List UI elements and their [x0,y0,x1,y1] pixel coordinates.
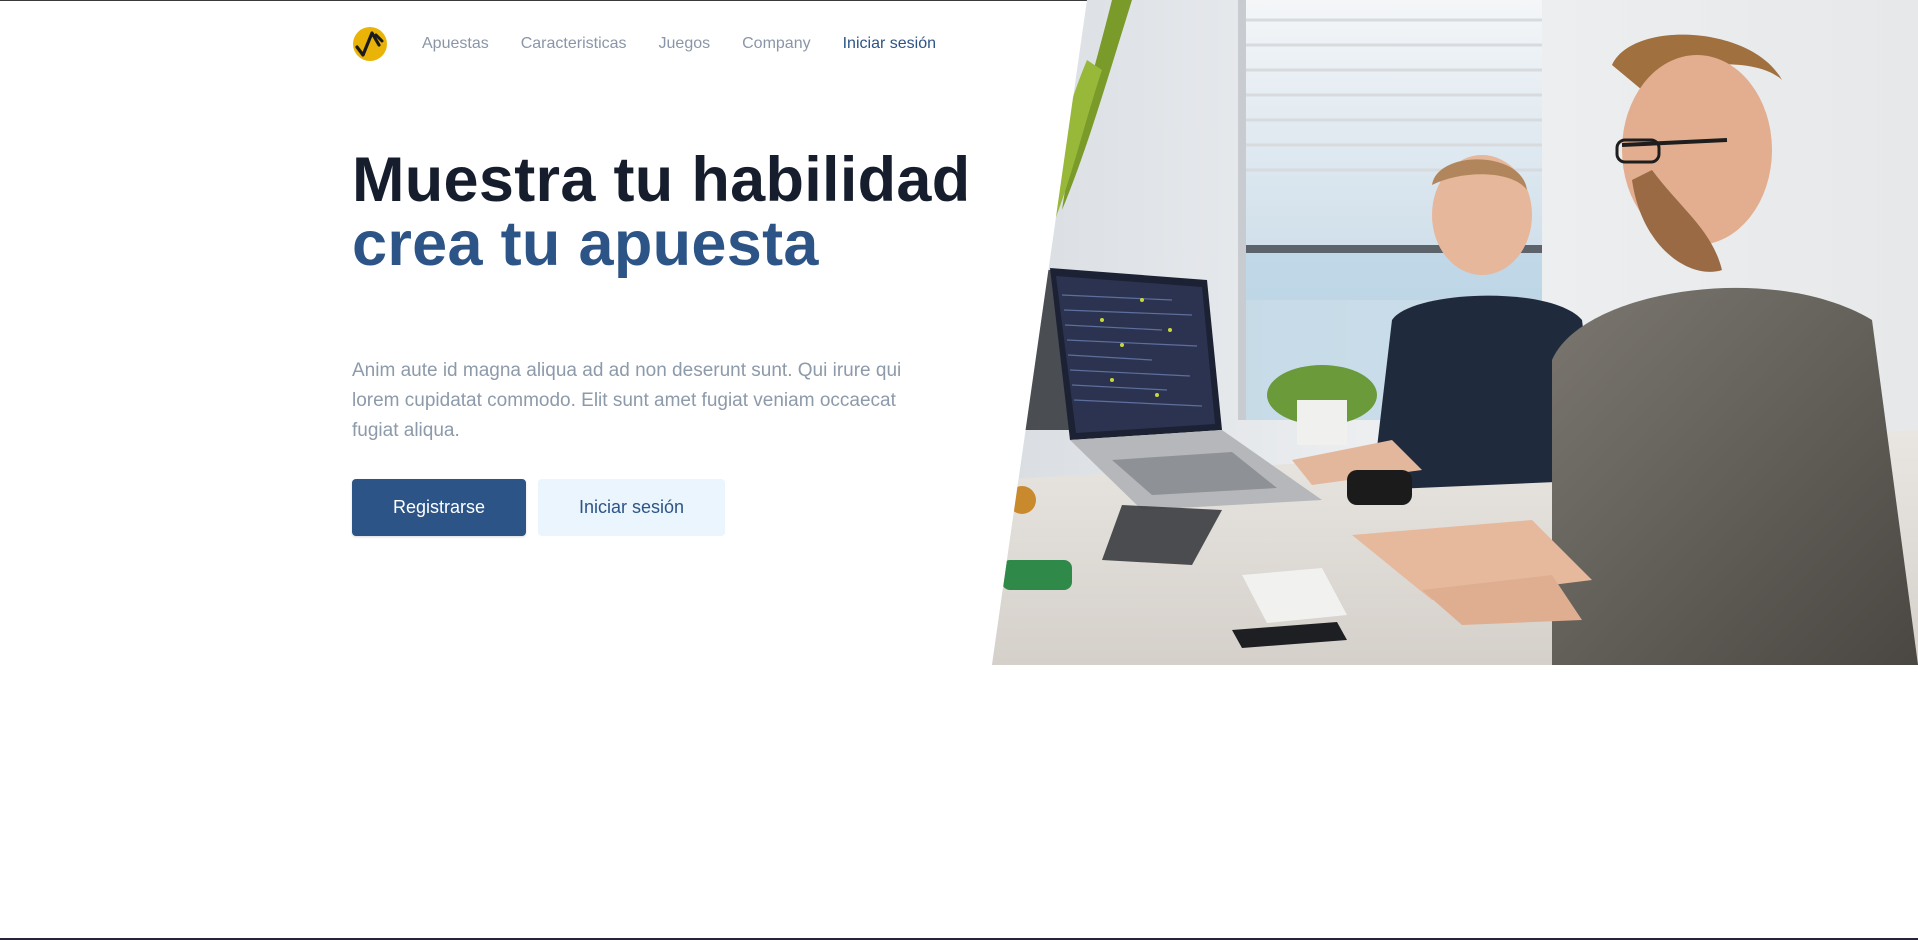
hero-title-main: Muestra tu habilidad [352,145,971,215]
nav-link-apuestas[interactable]: Apuestas [422,35,489,53]
nav-link-caracteristicas[interactable]: Caracteristicas [521,35,627,53]
nav-login-link[interactable]: Iniciar sesión [843,35,936,53]
nav-link-company[interactable]: Company [742,35,810,53]
hero-title-accent: crea tu apuesta [352,209,819,279]
main-navigation: Apuestas Caracteristicas Juegos Company … [352,24,936,64]
register-button[interactable]: Registrarse [352,479,526,536]
hero-title: Muestra tu habilidad crea tu apuesta [352,148,972,276]
hero-image [992,0,1918,665]
nav-link-juegos[interactable]: Juegos [659,35,711,53]
hero-description: Anim aute id magna aliqua ad ad non dese… [352,360,902,441]
wave-check-logo-icon[interactable] [352,23,388,65]
login-button[interactable]: Iniciar sesión [538,479,725,536]
